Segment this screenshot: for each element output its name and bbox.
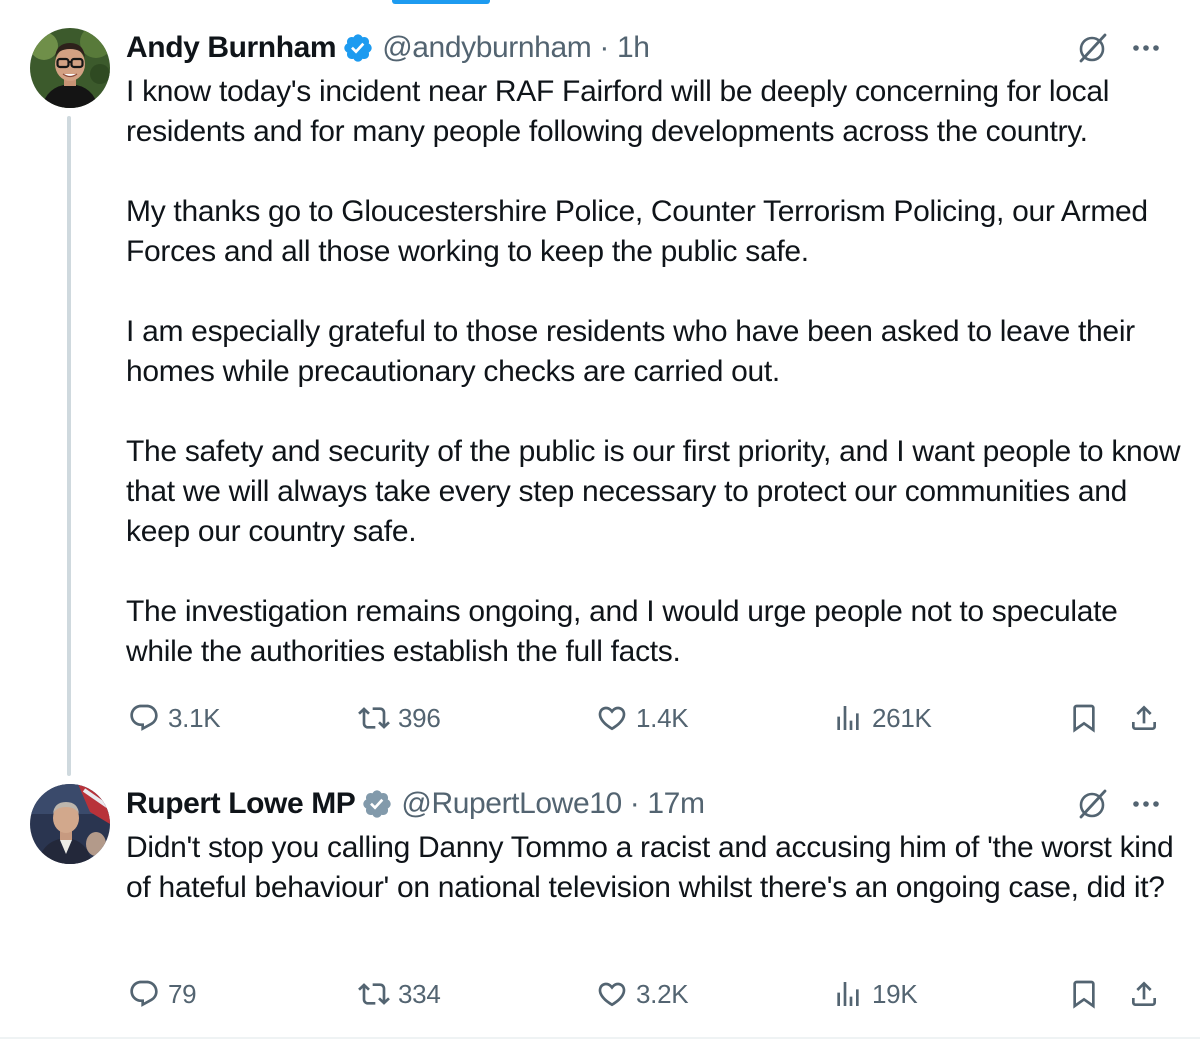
- tweet-text: Didn't stop you calling Danny Tommo a ra…: [126, 828, 1181, 908]
- avatar[interactable]: [30, 28, 110, 108]
- reply-count: 3.1K: [168, 702, 221, 733]
- grok-slash-circle-icon[interactable]: [1074, 30, 1110, 66]
- like-count: 3.2K: [636, 978, 689, 1009]
- bookmark-button[interactable]: [1068, 698, 1100, 738]
- repost-count: 396: [398, 702, 441, 733]
- timestamp[interactable]: 17m: [647, 787, 705, 821]
- views-button[interactable]: 19K: [832, 974, 918, 1014]
- repost-button[interactable]: 396: [358, 698, 441, 738]
- bar-chart-icon: [837, 706, 859, 730]
- author-name[interactable]: Rupert Lowe MP: [126, 787, 356, 821]
- like-count: 1.4K: [636, 702, 689, 733]
- speech-bubble-icon: [130, 704, 158, 731]
- action-bar: 79 334 3.2K 19K: [126, 974, 1171, 1014]
- tweet-paragraph: The safety and security of the public is…: [126, 435, 1181, 548]
- view-count: 19K: [872, 978, 918, 1009]
- author-handle[interactable]: @andyburnham: [382, 31, 592, 65]
- bookmark-icon: [1073, 704, 1095, 733]
- heart-outline-icon: [598, 982, 626, 1007]
- tweet-header: Andy Burnham @andyburnham · 1h: [126, 28, 650, 68]
- avatar[interactable]: [30, 784, 110, 864]
- top-accent-bar: [392, 0, 490, 4]
- more-options-icon[interactable]: [1128, 790, 1164, 818]
- author-handle[interactable]: @RupertLowe10: [401, 787, 622, 821]
- view-count: 261K: [872, 702, 932, 733]
- tweet-paragraph: My thanks go to Gloucestershire Police, …: [126, 195, 1148, 268]
- reply-count: 79: [168, 978, 197, 1009]
- separator-dot: ·: [599, 31, 609, 64]
- tweet-paragraph: Didn't stop you calling Danny Tommo a ra…: [126, 831, 1174, 904]
- thread-connector-line: [67, 116, 71, 776]
- reply-button[interactable]: 79: [128, 974, 197, 1014]
- like-button[interactable]: 3.2K: [596, 974, 689, 1014]
- repost-arrows-icon: [358, 707, 390, 729]
- like-button[interactable]: 1.4K: [596, 698, 689, 738]
- tweet-paragraph: The investigation remains ongoing, and I…: [126, 595, 1118, 668]
- tweet-paragraph: I know today's incident near RAF Fairfor…: [126, 75, 1110, 148]
- bookmark-icon: [1073, 980, 1095, 1009]
- author-name[interactable]: Andy Burnham: [126, 31, 337, 65]
- more-options-icon[interactable]: [1128, 34, 1164, 62]
- bookmark-button[interactable]: [1068, 974, 1100, 1014]
- share-upload-icon: [1132, 705, 1156, 730]
- tweet-andy-burnham[interactable]: Andy Burnham @andyburnham · 1h I know to…: [0, 22, 1200, 776]
- reply-button[interactable]: 3.1K: [128, 698, 221, 738]
- tweet-rupert-lowe[interactable]: Rupert Lowe MP @RupertLowe10 · 17m Didn'…: [0, 778, 1200, 1039]
- repost-button[interactable]: 334: [358, 974, 441, 1014]
- share-button[interactable]: [1128, 698, 1160, 738]
- repost-arrows-icon: [358, 983, 390, 1005]
- bar-chart-icon: [837, 982, 859, 1006]
- heart-outline-icon: [598, 706, 626, 731]
- repost-count: 334: [398, 978, 441, 1009]
- action-bar: 3.1K 396 1.4K 261K: [126, 698, 1171, 738]
- share-upload-icon: [1132, 981, 1156, 1006]
- speech-bubble-icon: [130, 980, 158, 1007]
- verified-badge-icon[interactable]: [361, 788, 393, 820]
- share-button[interactable]: [1128, 974, 1160, 1014]
- views-button[interactable]: 261K: [832, 698, 932, 738]
- tweet-paragraph: I am especially grateful to those reside…: [126, 315, 1135, 388]
- timestamp[interactable]: 1h: [617, 31, 650, 65]
- verified-badge-icon[interactable]: [342, 32, 374, 64]
- separator-dot: ·: [629, 787, 640, 820]
- grok-slash-circle-icon[interactable]: [1074, 786, 1110, 822]
- tweet-header: Rupert Lowe MP @RupertLowe10 · 17m: [126, 784, 705, 824]
- tweet-text: I know today's incident near RAF Fairfor…: [126, 72, 1181, 672]
